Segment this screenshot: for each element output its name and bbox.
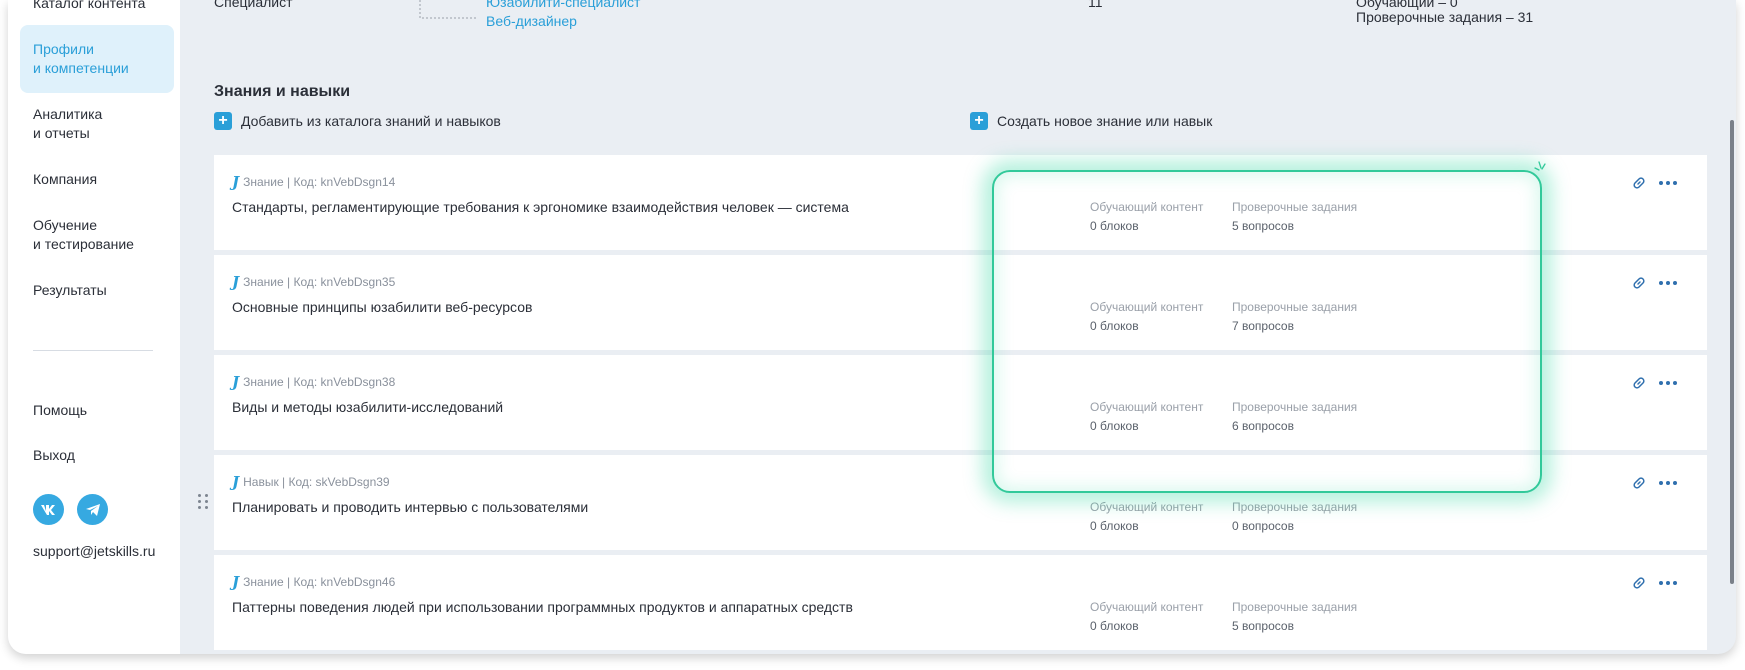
create-new-label: Создать новое знание или навык — [997, 113, 1213, 129]
tasks-label: Проверочные задания — [1232, 400, 1358, 414]
sidebar-item-profiles[interactable]: Профили и компетенции — [20, 25, 174, 93]
tasks-label: Проверочные задания — [1232, 500, 1358, 514]
item-title: Основные принципы юзабилити веб-ресурсов — [232, 299, 533, 315]
list-item[interactable]: J Навык | Код: skVebDsgn39 Планировать и … — [214, 455, 1707, 550]
item-title: Виды и методы юзабилити-исследований — [232, 399, 504, 415]
tasks-value: 5 вопросов — [1232, 219, 1294, 233]
content-label: Обучающий контент — [1090, 400, 1204, 414]
sidebar-item-learning[interactable]: Обучение и тестирование — [33, 216, 134, 254]
sidebar-item-label: Обучение — [33, 217, 98, 233]
content-label: Обучающий контент — [1090, 600, 1204, 614]
add-from-catalog-label: Добавить из каталога знаний и навыков — [241, 113, 501, 129]
knowledge-type-icon: J — [232, 273, 240, 291]
knowledge-type-icon: J — [232, 373, 240, 391]
content-label: Обучающий контент — [1090, 200, 1204, 214]
tasks-value: 7 вопросов — [1232, 319, 1294, 333]
content-value: 0 блоков — [1090, 319, 1139, 333]
telegram-button[interactable] — [77, 494, 108, 525]
logout-link[interactable]: Выход — [33, 446, 75, 465]
main-content: Специалист Юзабилити-специалист Веб-диза… — [180, 0, 1736, 654]
content-value: 0 блоков — [1090, 419, 1139, 433]
sidebar-item-label: и тестирование — [33, 236, 134, 252]
support-email[interactable]: support@jetskills.ru — [33, 542, 155, 561]
tasks-label: Проверочные задания — [1232, 600, 1358, 614]
item-title: Планировать и проводить интервью с польз… — [232, 499, 589, 515]
sidebar-item-label: Профили — [33, 41, 94, 57]
link-icon[interactable] — [1631, 375, 1647, 391]
more-menu-icon[interactable] — [1659, 177, 1677, 189]
list-item[interactable]: J Знание | Код: knVebDsgn14 Стандарты, ре… — [214, 155, 1707, 250]
sidebar-item-results[interactable]: Результаты — [33, 281, 107, 300]
tasks-label: Проверочные задания — [1232, 200, 1358, 214]
plus-icon: + — [214, 112, 232, 130]
sidebar-item-label: и компетенции — [33, 60, 129, 76]
app-window: Каталог контента Профили и компетенции А… — [8, 0, 1736, 654]
more-menu-icon[interactable] — [1659, 277, 1677, 289]
content-value: 0 блоков — [1090, 219, 1139, 233]
knowledge-type-icon: J — [232, 573, 240, 591]
item-meta: Знание | Код: knVebDsgn38 — [243, 375, 396, 389]
more-menu-icon[interactable] — [1659, 477, 1677, 489]
sidebar-item-company[interactable]: Компания — [33, 170, 97, 189]
help-link[interactable]: Помощь — [33, 401, 87, 420]
item-meta: Знание | Код: knVebDsgn46 — [243, 575, 396, 589]
item-title: Паттерны поведения людей при использован… — [232, 599, 853, 615]
tree-item-usability-specialist[interactable]: Юзабилити-специалист — [486, 0, 640, 10]
profile-role: Специалист — [214, 0, 293, 10]
link-icon[interactable] — [1631, 475, 1647, 491]
tasks-value: 6 вопросов — [1232, 419, 1294, 433]
item-meta: Знание | Код: knVebDsgn14 — [243, 175, 396, 189]
vk-icon — [40, 504, 55, 515]
more-menu-icon[interactable] — [1659, 377, 1677, 389]
tasks-label: Проверочные задания — [1232, 300, 1358, 314]
link-icon[interactable] — [1631, 175, 1647, 191]
content-value: 0 блоков — [1090, 519, 1139, 533]
list-item[interactable]: J Знание | Код: knVebDsgn46 Паттерны пове… — [214, 555, 1707, 650]
content-label: Обучающий контент — [1090, 300, 1204, 314]
item-meta: Знание | Код: knVebDsgn35 — [243, 275, 396, 289]
item-meta: Навык | Код: skVebDsgn39 — [243, 475, 390, 489]
stats-tasks: Проверочные задания – 31 — [1356, 9, 1534, 25]
list-item[interactable]: J Знание | Код: knVebDsgn38 Виды и методы… — [214, 355, 1707, 450]
sidebar-item-label: и отчеты — [33, 125, 90, 141]
plus-icon: + — [970, 112, 988, 130]
sidebar-divider — [33, 350, 153, 351]
sidebar-item-analytics[interactable]: Аналитика и отчеты — [33, 105, 102, 143]
link-icon[interactable] — [1631, 275, 1647, 291]
knowledge-type-icon: J — [232, 173, 240, 191]
more-menu-icon[interactable] — [1659, 577, 1677, 589]
sidebar-item-label: Аналитика — [33, 106, 103, 122]
list-item[interactable]: J Знание | Код: knVebDsgn35 Основные прин… — [214, 255, 1707, 350]
content-label: Обучающий контент — [1090, 500, 1204, 514]
telegram-icon — [85, 503, 100, 516]
tree-connector — [419, 0, 478, 19]
tasks-value: 5 вопросов — [1232, 619, 1294, 633]
link-icon[interactable] — [1631, 575, 1647, 591]
scrollbar[interactable] — [1730, 120, 1734, 584]
tasks-value: 0 вопросов — [1232, 519, 1294, 533]
sidebar-item-content-catalog[interactable]: Каталог контента — [33, 0, 145, 13]
tree-item-web-designer[interactable]: Веб-дизайнер — [486, 13, 577, 29]
spark-icon — [1534, 161, 1546, 171]
content-value: 0 блоков — [1090, 619, 1139, 633]
skill-type-icon: J — [232, 473, 240, 491]
create-new-button[interactable]: + Создать новое знание или навык — [970, 112, 1212, 130]
drag-handle-icon[interactable] — [198, 494, 209, 509]
vk-button[interactable] — [33, 494, 64, 525]
section-title: Знания и навыки — [214, 83, 351, 100]
add-from-catalog-button[interactable]: + Добавить из каталога знаний и навыков — [214, 112, 501, 130]
sidebar: Каталог контента Профили и компетенции А… — [8, 0, 180, 654]
item-title: Стандарты, регламентирующие требования к… — [232, 199, 849, 215]
profile-count: 11 — [1088, 0, 1103, 10]
